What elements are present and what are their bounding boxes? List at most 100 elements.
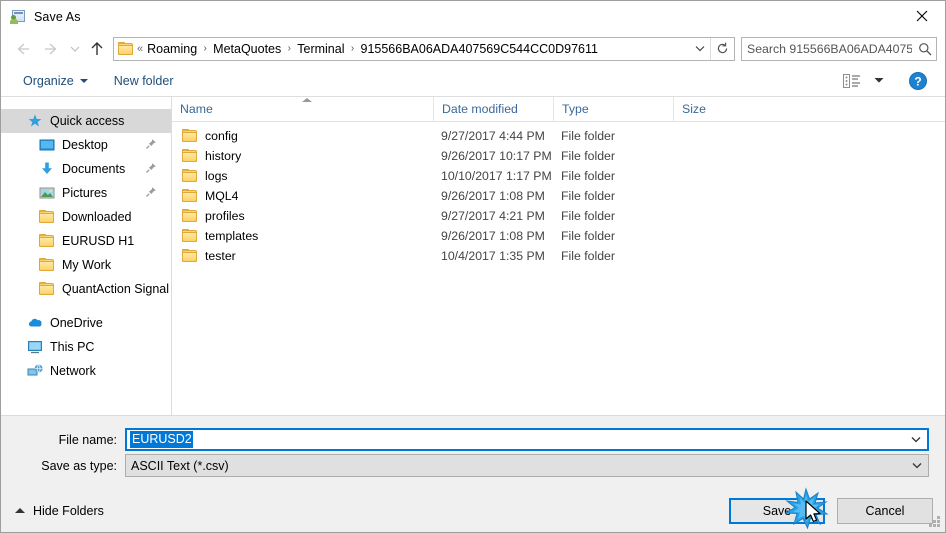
column-header-date-modified[interactable]: Date modified [433,97,553,121]
hide-folders-button[interactable]: Hide Folders [15,504,104,518]
breadcrumb-item-terminal[interactable]: Terminal [294,42,347,56]
chevron-down-icon[interactable] [869,69,889,93]
file-date-cell: 10/4/2017 1:35 PM [441,249,545,263]
chevron-down-icon[interactable] [690,38,710,60]
breadcrumb-item-metaquotes[interactable]: MetaQuotes [210,42,284,56]
chevron-down-icon[interactable] [905,430,927,449]
file-name-label: logs [205,169,228,183]
view-mode-icon[interactable] [835,69,869,93]
sidebar-item-this-pc[interactable]: This PC [1,335,171,359]
table-row[interactable]: templates 9/26/2017 1:08 PM File folder [172,226,945,246]
dialog-body: Quick access Desktop Documents Pictures … [1,97,945,415]
onedrive-cloud-icon [27,315,43,331]
save-button[interactable]: Save [729,497,825,524]
sidebar-item-pictures[interactable]: Pictures [1,181,171,205]
table-row[interactable]: config 9/27/2017 4:44 PM File folder [172,126,945,146]
search-icon[interactable] [914,42,936,56]
file-name-input[interactable]: EURUSD2 [125,428,929,451]
sidebar-item-my-work[interactable]: My Work [1,253,171,277]
column-header-type[interactable]: Type [553,97,673,121]
table-row[interactable]: profiles 9/27/2017 4:21 PM File folder [172,206,945,226]
navigation-bar: « Roaming › MetaQuotes › Terminal › 9155… [1,32,945,65]
column-header-name[interactable]: Name [172,97,433,121]
organize-button[interactable]: Organize [15,69,96,93]
file-type-cell: File folder [561,229,615,243]
pin-icon[interactable] [145,138,157,150]
close-icon[interactable] [899,1,945,31]
file-name-label: MQL4 [205,189,239,203]
file-type-cell: File folder [561,169,615,183]
file-name-cell: logs [172,169,433,183]
address-bar[interactable]: « Roaming › MetaQuotes › Terminal › 9155… [113,36,735,61]
sidebar-item-label: Downloaded [62,210,132,224]
sidebar-item-eurusd-h1[interactable]: EURUSD H1 [1,229,171,253]
search-box[interactable] [741,36,937,61]
file-name-cell: MQL4 [172,189,433,203]
new-folder-button[interactable]: New folder [106,69,182,93]
chevron-right-icon: › [203,43,207,54]
pin-icon[interactable] [145,186,157,198]
sidebar-item-quick-access[interactable]: Quick access [1,109,171,133]
file-name-label: history [205,149,242,163]
pictures-icon [39,185,55,201]
file-type-cell: File folder [561,149,615,163]
file-name-label: config [205,129,238,143]
breadcrumb: « Roaming › MetaQuotes › Terminal › 9155… [136,42,690,56]
this-pc-monitor-icon [27,339,43,355]
file-name-cell: config [172,129,433,143]
help-question-icon[interactable]: ? [903,69,933,93]
recent-locations-chevron-icon[interactable] [65,36,85,62]
chevron-down-icon[interactable] [906,455,928,476]
chevron-right-icon: › [287,43,291,54]
folder-icon [182,149,198,163]
column-header-row: Name Date modified Type Size [172,97,945,122]
pin-icon[interactable] [145,162,157,174]
organize-label: Organize [23,73,74,88]
sidebar-item-desktop[interactable]: Desktop [1,133,171,157]
file-list: config 9/27/2017 4:44 PM File folder his… [172,122,945,266]
chevron-down-icon [79,78,88,83]
sort-ascending-icon [302,98,312,102]
file-date-cell: 9/27/2017 4:21 PM [441,209,545,223]
file-date-cell: 9/26/2017 10:17 PM [441,149,552,163]
file-type-cell: File folder [561,209,615,223]
search-input[interactable] [742,40,914,57]
folder-icon [182,189,198,203]
table-row[interactable]: MQL4 9/26/2017 1:08 PM File folder [172,186,945,206]
folder-icon [39,257,55,273]
folder-icon [182,249,198,263]
breadcrumb-overflow[interactable]: « [136,43,144,55]
cancel-button-label: Cancel [865,503,905,518]
sidebar-item-onedrive[interactable]: OneDrive [1,311,171,335]
column-header-size-label: Size [682,102,706,116]
table-row[interactable]: history 9/26/2017 10:17 PM File folder [172,146,945,166]
hide-folders-label: Hide Folders [33,503,104,518]
sidebar-item-label: This PC [50,340,95,354]
breadcrumb-item-roaming[interactable]: Roaming [144,42,200,56]
file-name-label: profiles [205,209,245,223]
sidebar-item-label: EURUSD H1 [62,234,135,248]
sidebar-item-network[interactable]: Network [1,359,171,383]
folder-icon [39,281,55,297]
sidebar-item-quantaction-signal[interactable]: QuantAction Signal [1,277,171,301]
navigation-sidebar: Quick access Desktop Documents Pictures … [1,97,172,415]
back-arrow-icon[interactable] [9,36,37,62]
file-name-label: templates [205,229,259,243]
up-arrow-icon[interactable] [85,36,109,62]
refresh-icon[interactable] [710,37,734,60]
table-row[interactable]: logs 10/10/2017 1:17 PM File folder [172,166,945,186]
forward-arrow-icon[interactable] [37,36,65,62]
column-header-size[interactable]: Size [673,97,753,121]
folder-icon [182,169,198,183]
file-type-cell: File folder [561,129,615,143]
resize-grip[interactable] [928,516,941,529]
table-row[interactable]: tester 10/4/2017 1:35 PM File folder [172,246,945,266]
breadcrumb-item-instance[interactable]: 915566BA06ADA407569C544CC0D97611 [358,42,601,56]
folder-icon [182,209,198,223]
save-as-type-select[interactable]: ASCII Text (*.csv) [125,454,929,477]
cancel-button[interactable]: Cancel [837,497,933,524]
sidebar-item-downloaded[interactable]: Downloaded [1,205,171,229]
folder-icon [182,229,198,243]
file-type-cell: File folder [561,249,615,263]
sidebar-item-documents[interactable]: Documents [1,157,171,181]
